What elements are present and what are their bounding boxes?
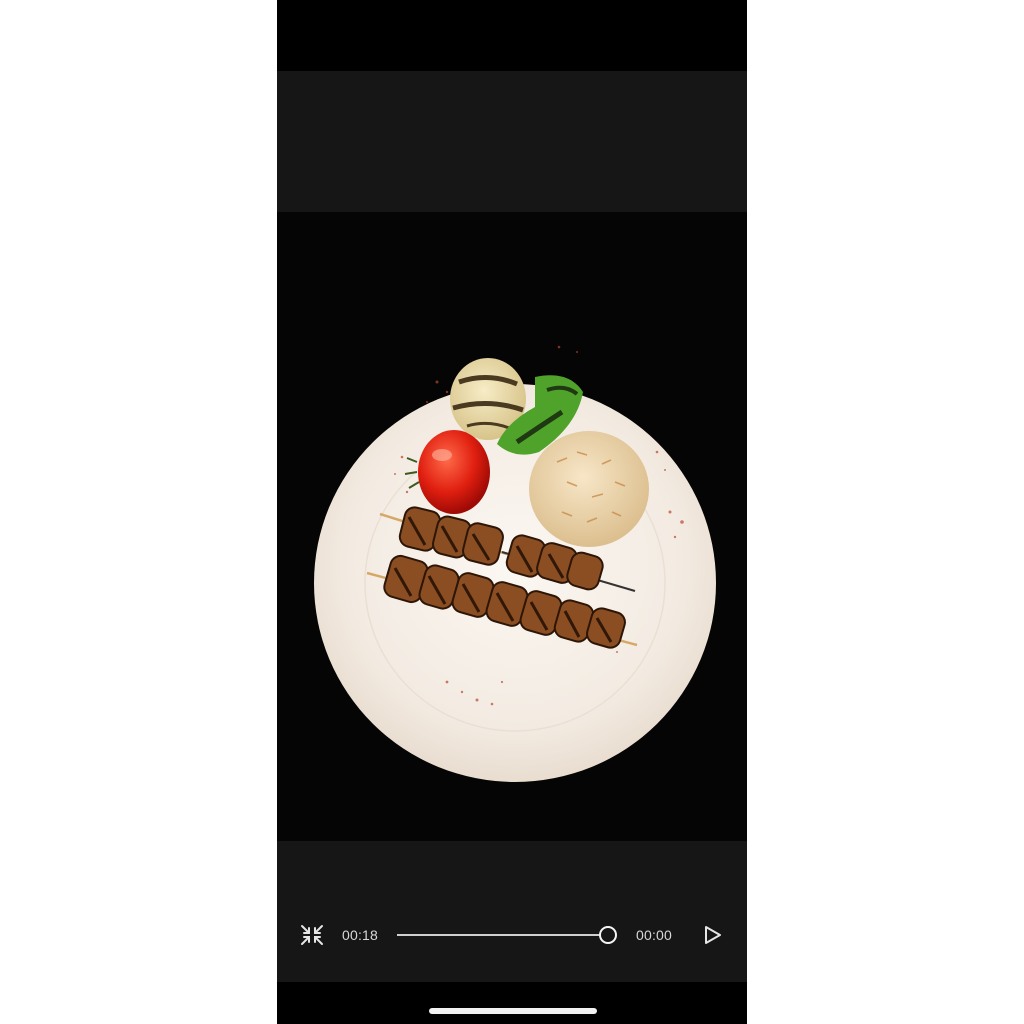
play-icon[interactable]	[702, 923, 724, 947]
status-area	[277, 0, 747, 71]
progress-slider[interactable]	[397, 926, 617, 944]
rice-pilaf	[529, 431, 649, 547]
food-plate-image	[314, 345, 716, 782]
current-time: 00:18	[342, 927, 379, 943]
home-indicator[interactable]	[429, 1008, 597, 1014]
bottom-area	[277, 982, 747, 1024]
remaining-time: 00:00	[636, 927, 673, 943]
top-control-bar	[277, 71, 747, 212]
playback-controls: 00:18 00:00	[277, 841, 747, 982]
video-frame[interactable]	[277, 212, 747, 841]
video-player-screen: 00:18 00:00	[277, 0, 747, 1024]
minimize-icon[interactable]	[299, 924, 325, 946]
progress-fill	[397, 934, 608, 936]
progress-thumb[interactable]	[599, 926, 617, 944]
